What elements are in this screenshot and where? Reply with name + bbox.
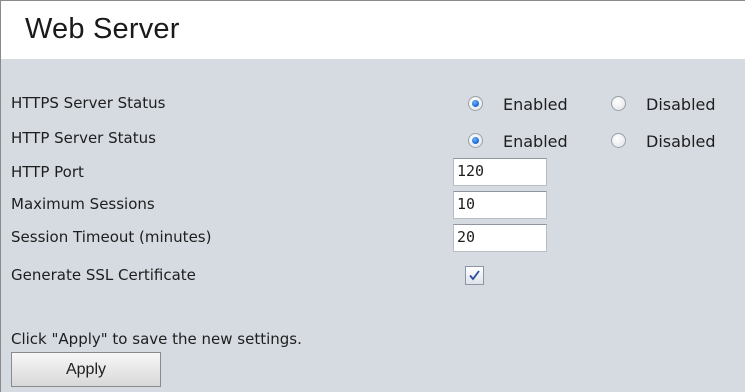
title-bar: Web Server — [1, 1, 745, 59]
apply-instructions: Click "Apply" to save the new settings. — [11, 330, 302, 348]
web-server-panel: Web Server HTTPS Server Status Enabled D… — [0, 0, 745, 392]
apply-button[interactable]: Apply — [11, 352, 161, 387]
http-enabled-radio[interactable] — [468, 133, 483, 148]
https-status-label: HTTPS Server Status — [11, 94, 166, 112]
session-timeout-input[interactable]: 20 — [453, 224, 547, 252]
https-disabled-label: Disabled — [646, 95, 716, 114]
https-enabled-radio[interactable] — [468, 96, 483, 111]
ssl-certificate-label: Generate SSL Certificate — [11, 266, 196, 284]
ssl-certificate-checkbox[interactable] — [465, 266, 484, 285]
checkmark-icon — [469, 270, 480, 281]
max-sessions-input[interactable]: 10 — [453, 191, 547, 219]
http-status-label: HTTP Server Status — [11, 129, 156, 147]
http-port-label: HTTP Port — [11, 163, 84, 181]
page-title: Web Server — [25, 13, 180, 45]
http-enabled-label: Enabled — [503, 132, 568, 151]
max-sessions-label: Maximum Sessions — [11, 195, 155, 213]
https-disabled-radio[interactable] — [611, 96, 626, 111]
http-disabled-label: Disabled — [646, 132, 716, 151]
https-enabled-label: Enabled — [503, 95, 568, 114]
http-disabled-radio[interactable] — [611, 133, 626, 148]
http-port-input[interactable]: 120 — [453, 158, 547, 186]
session-timeout-label: Session Timeout (minutes) — [11, 228, 212, 246]
